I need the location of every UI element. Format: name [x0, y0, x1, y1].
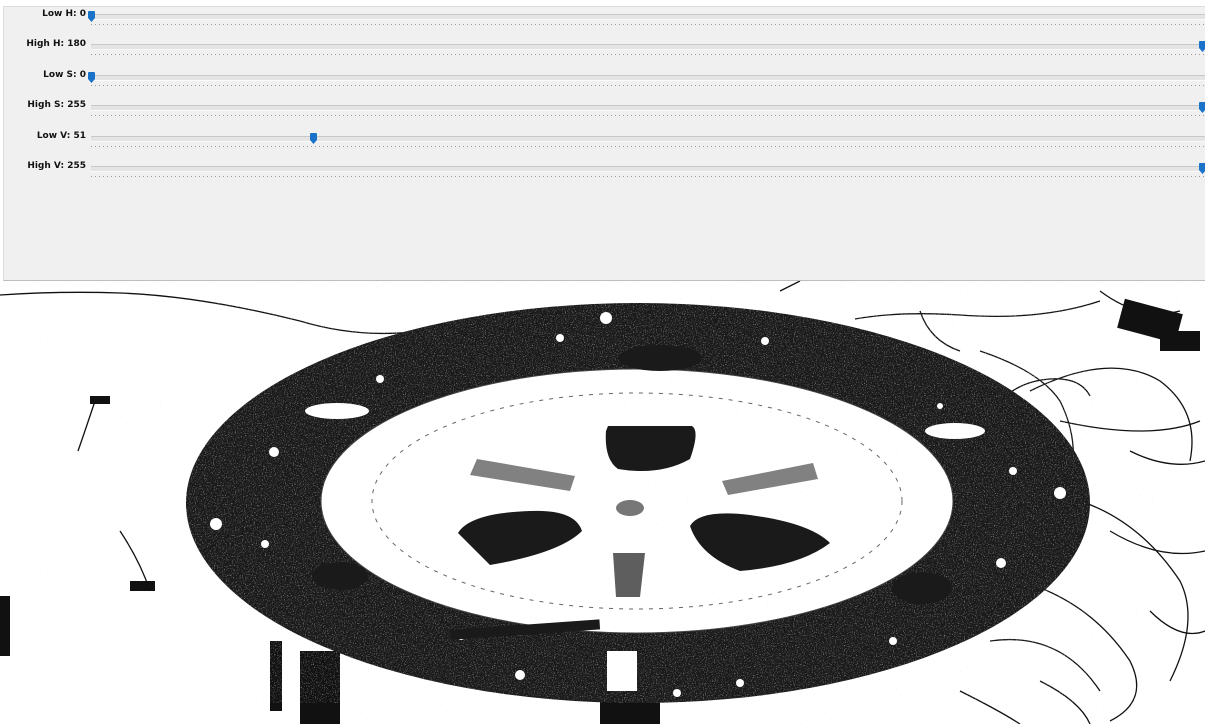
slider-handle[interactable] — [1198, 102, 1205, 113]
slider-track[interactable] — [91, 136, 1205, 142]
slider-handle[interactable] — [87, 11, 95, 22]
tick-marks — [91, 54, 1205, 55]
trackbar-label: High V: 255 — [27, 161, 86, 171]
slider-track[interactable] — [91, 14, 1205, 20]
thresholded-image-icon — [0, 281, 1205, 724]
slider-track[interactable] — [91, 75, 1205, 81]
slider-track[interactable] — [91, 166, 1205, 172]
tick-marks — [91, 85, 1205, 86]
slider-handle[interactable] — [1198, 163, 1205, 174]
trackbar-high-v[interactable]: High V: 255 — [4, 159, 1205, 187]
thresholded-image-view — [0, 281, 1205, 724]
trackbar-low-s[interactable]: Low S: 0 — [4, 68, 1205, 96]
trackbar-low-h[interactable]: Low H: 0 — [4, 7, 1205, 35]
trackbar-label: Low V: 51 — [36, 131, 86, 141]
slider-track[interactable] — [91, 105, 1205, 111]
trackbar-high-h[interactable]: High H: 180 — [4, 37, 1205, 65]
tick-marks — [91, 115, 1205, 116]
trackbar-low-v[interactable]: Low V: 51 — [4, 129, 1205, 157]
trackbar-panel: Low H: 0 High H: 180 Low S: 0 High S: 25… — [3, 6, 1205, 281]
slider-handle[interactable] — [87, 72, 95, 83]
tick-marks — [91, 176, 1205, 177]
trackbar-high-s[interactable]: High S: 255 — [4, 98, 1205, 126]
slider-track[interactable] — [91, 44, 1205, 50]
trackbar-label: High S: 255 — [27, 100, 86, 110]
trackbar-label: Low H: 0 — [42, 9, 86, 19]
trackbar-label: Low S: 0 — [43, 70, 86, 80]
slider-handle[interactable] — [1198, 41, 1205, 52]
trackbar-label: High H: 180 — [26, 39, 86, 49]
tick-marks — [91, 146, 1205, 147]
tick-marks — [91, 24, 1205, 25]
slider-handle[interactable] — [309, 133, 317, 144]
